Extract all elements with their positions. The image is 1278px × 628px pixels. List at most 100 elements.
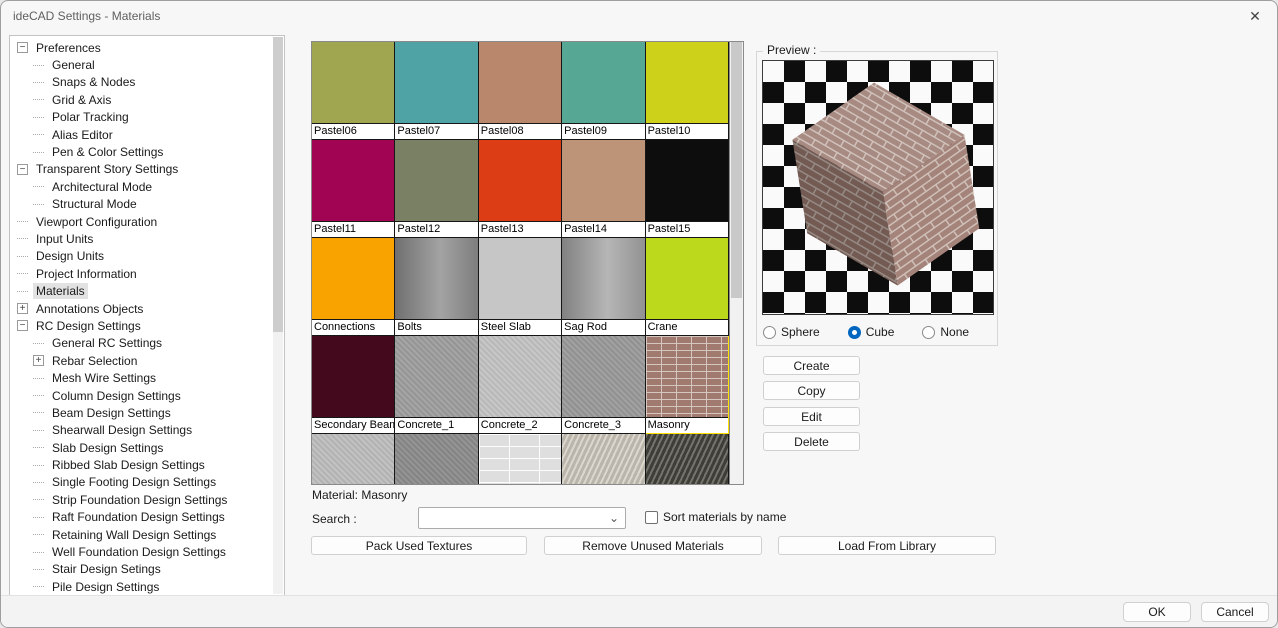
collapse-icon[interactable]: − — [17, 42, 28, 53]
search-input[interactable] — [419, 508, 625, 528]
radio-button-icon[interactable] — [848, 326, 861, 339]
material-swatch[interactable] — [479, 434, 561, 484]
material-concrete-2[interactable]: Concrete_2 — [479, 336, 562, 434]
radio-cube[interactable]: Cube — [848, 325, 895, 339]
tree-item-stair-design-setings[interactable]: Stair Design Setings — [11, 561, 272, 578]
cancel-button[interactable]: Cancel — [1201, 602, 1269, 622]
tree-item-strip-foundation-design-settings[interactable]: Strip Foundation Design Settings — [11, 491, 272, 508]
pack-used-textures-button[interactable]: Pack Used Textures — [311, 536, 527, 555]
delete-button[interactable]: Delete — [763, 432, 860, 451]
material-swatch[interactable] — [646, 238, 728, 320]
tree-item-general-rc-settings[interactable]: General RC Settings — [11, 335, 272, 352]
material-pastel15[interactable]: Pastel15 — [646, 140, 729, 238]
tree-item-structural-mode[interactable]: Structural Mode — [11, 196, 272, 213]
sort-checkbox[interactable]: Sort materials by name — [645, 510, 786, 524]
chevron-down-icon[interactable]: ⌄ — [609, 511, 619, 525]
material-swatch[interactable] — [312, 238, 394, 320]
material-pastel07[interactable]: Pastel07 — [395, 42, 478, 140]
collapse-icon[interactable]: − — [17, 320, 28, 331]
tree-item-design-units[interactable]: Design Units — [11, 248, 272, 265]
material-pastel09[interactable]: Pastel09 — [562, 42, 645, 140]
tree-item-shearwall-design-settings[interactable]: Shearwall Design Settings — [11, 422, 272, 439]
checkbox-icon[interactable] — [645, 511, 658, 524]
material-swatch[interactable] — [562, 336, 644, 418]
tree-item-snaps-nodes[interactable]: Snaps & Nodes — [11, 74, 272, 91]
tree-item-raft-foundation-design-settings[interactable]: Raft Foundation Design Settings — [11, 509, 272, 526]
materials-scrollbar-thumb[interactable] — [731, 42, 742, 298]
tree-item-pen-color-settings[interactable]: Pen & Color Settings — [11, 143, 272, 160]
preview-canvas[interactable] — [762, 60, 994, 315]
tree-item-polar-tracking[interactable]: Polar Tracking — [11, 109, 272, 126]
material-pastel14[interactable]: Pastel14 — [562, 140, 645, 238]
materials-scrollbar[interactable] — [729, 42, 743, 484]
material-swatch[interactable] — [312, 336, 394, 418]
expand-icon[interactable]: + — [33, 355, 44, 366]
tree-item-project-information[interactable]: Project Information — [11, 265, 272, 282]
material-swatch[interactable] — [646, 140, 728, 222]
material-partial-24[interactable] — [646, 434, 729, 484]
tree-item-well-foundation-design-settings[interactable]: Well Foundation Design Settings — [11, 543, 272, 560]
tree-item-preferences[interactable]: −Preferences — [11, 39, 272, 56]
material-secondary-beam[interactable]: Secondary Beam — [312, 336, 395, 434]
tree-item-annotations-objects[interactable]: +Annotations Objects — [11, 300, 272, 317]
collapse-icon[interactable]: − — [17, 164, 28, 175]
tree-item-retaining-wall-design-settings[interactable]: Retaining Wall Design Settings — [11, 526, 272, 543]
material-swatch[interactable] — [479, 238, 561, 320]
material-swatch[interactable] — [479, 140, 561, 222]
material-swatch[interactable] — [562, 140, 644, 222]
radio-sphere[interactable]: Sphere — [763, 325, 820, 339]
load-from-library-button[interactable]: Load From Library — [778, 536, 996, 555]
material-swatch[interactable] — [646, 336, 728, 418]
expand-icon[interactable]: + — [17, 303, 28, 314]
tree-item-general[interactable]: General — [11, 56, 272, 73]
material-pastel13[interactable]: Pastel13 — [479, 140, 562, 238]
tree-item-rc-design-settings[interactable]: −RC Design Settings — [11, 317, 272, 334]
tree-item-transparent-story-settings[interactable]: −Transparent Story Settings — [11, 161, 272, 178]
tree-item-materials[interactable]: Materials — [11, 282, 272, 299]
material-swatch[interactable] — [395, 434, 477, 484]
material-pastel06[interactable]: Pastel06 — [312, 42, 395, 140]
material-swatch[interactable] — [562, 42, 644, 124]
material-pastel12[interactable]: Pastel12 — [395, 140, 478, 238]
copy-button[interactable]: Copy — [763, 381, 860, 400]
tree-item-beam-design-settings[interactable]: Beam Design Settings — [11, 404, 272, 421]
material-swatch[interactable] — [312, 140, 394, 222]
material-swatch[interactable] — [395, 42, 477, 124]
material-swatch[interactable] — [479, 336, 561, 418]
material-swatch[interactable] — [562, 238, 644, 320]
radio-button-icon[interactable] — [922, 326, 935, 339]
material-swatch[interactable] — [395, 336, 477, 418]
material-swatch[interactable] — [479, 42, 561, 124]
material-swatch[interactable] — [562, 434, 644, 484]
material-partial-20[interactable] — [312, 434, 395, 484]
material-steel-slab[interactable]: Steel Slab — [479, 238, 562, 336]
tree-item-pile-design-settings[interactable]: Pile Design Settings — [11, 578, 272, 594]
material-swatch[interactable] — [312, 434, 394, 484]
material-pastel08[interactable]: Pastel08 — [479, 42, 562, 140]
material-pastel11[interactable]: Pastel11 — [312, 140, 395, 238]
material-swatch[interactable] — [312, 42, 394, 124]
tree-item-grid-axis[interactable]: Grid & Axis — [11, 91, 272, 108]
material-swatch[interactable] — [646, 42, 728, 124]
radio-none[interactable]: None — [922, 325, 969, 339]
titlebar[interactable]: ideCAD Settings - Materials ✕ — [1, 1, 1277, 31]
material-swatch[interactable] — [646, 434, 728, 484]
radio-button-icon[interactable] — [763, 326, 776, 339]
material-crane[interactable]: Crane — [646, 238, 729, 336]
tree-item-single-footing-design-settings[interactable]: Single Footing Design Settings — [11, 474, 272, 491]
close-icon[interactable]: ✕ — [1243, 5, 1267, 27]
material-pastel10[interactable]: Pastel10 — [646, 42, 729, 140]
material-sag-rod[interactable]: Sag Rod — [562, 238, 645, 336]
tree-item-slab-design-settings[interactable]: Slab Design Settings — [11, 439, 272, 456]
remove-unused-materials-button[interactable]: Remove Unused Materials — [544, 536, 762, 555]
tree-item-ribbed-slab-design-settings[interactable]: Ribbed Slab Design Settings — [11, 456, 272, 473]
material-swatch[interactable] — [395, 140, 477, 222]
tree-item-architectural-mode[interactable]: Architectural Mode — [11, 178, 272, 195]
material-concrete-1[interactable]: Concrete_1 — [395, 336, 478, 434]
tree-item-alias-editor[interactable]: Alias Editor — [11, 126, 272, 143]
material-connections[interactable]: Connections — [312, 238, 395, 336]
search-combobox[interactable]: ⌄ — [418, 507, 626, 529]
tree-item-viewport-configuration[interactable]: Viewport Configuration — [11, 213, 272, 230]
material-concrete-3[interactable]: Concrete_3 — [562, 336, 645, 434]
material-partial-23[interactable] — [562, 434, 645, 484]
